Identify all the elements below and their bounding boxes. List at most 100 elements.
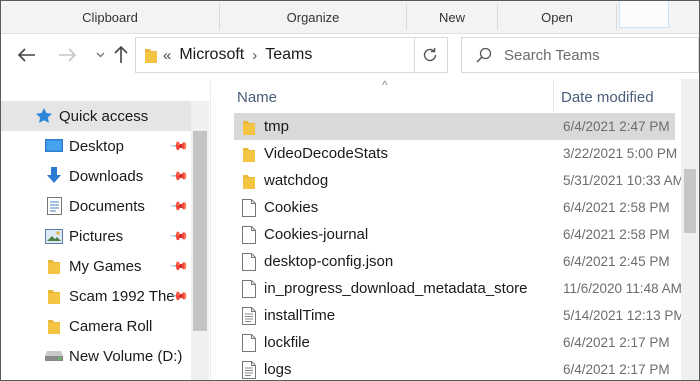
folder-icon — [240, 117, 258, 137]
column-header-name[interactable]: Name — [237, 79, 277, 115]
file-icon — [240, 198, 258, 218]
file-row-installtime[interactable]: installTime 5/14/2021 12:13 PM — [234, 302, 685, 329]
file-name: Cookies-journal — [264, 226, 369, 243]
sidebar-item-label: Pictures — [69, 227, 124, 245]
address-overflow[interactable]: « — [163, 47, 171, 64]
up-arrow-icon — [114, 46, 128, 63]
search-input[interactable] — [504, 46, 674, 64]
file-row-watchdog[interactable]: watchdog 5/31/2021 10:33 AM — [234, 167, 684, 194]
sidebar-item-label: Downloads — [69, 167, 144, 185]
file-name: VideoDecodeStats — [264, 145, 388, 162]
sidebar-item-new-volume-d[interactable]: New Volume (D:) — [1, 341, 189, 371]
pictures-icon — [45, 227, 63, 245]
chevron-down-icon — [96, 52, 104, 58]
drive-icon — [45, 347, 63, 365]
pin-icon: 📌 — [169, 195, 190, 217]
sort-ascending-icon: ^ — [382, 78, 388, 92]
breadcrumb-microsoft[interactable]: Microsoft — [179, 46, 244, 64]
file-list: Name ^ Date modified tmp 6/4/2021 2:47 P… — [219, 78, 685, 380]
ribbon-group-new[interactable]: New — [407, 1, 497, 33]
pane-divider[interactable] — [210, 79, 211, 380]
folder-icon — [145, 49, 157, 63]
sidebar-item-label: Documents — [69, 197, 145, 215]
column-divider[interactable] — [553, 81, 554, 111]
forward-button[interactable] — [55, 42, 79, 68]
sidebar-item-label: New Volume (D:) — [69, 347, 183, 365]
navigation-pane-scrollbar[interactable] — [191, 101, 209, 380]
file-name: desktop-config.json — [264, 253, 394, 270]
sidebar-item-desktop[interactable]: Desktop 📌 — [1, 131, 190, 161]
file-row-lockfile[interactable]: lockfile 6/4/2021 2:17 PM — [234, 329, 675, 356]
ribbon-group-open[interactable]: Open — [498, 1, 616, 33]
file-name: installTime — [264, 307, 336, 324]
refresh-icon — [423, 48, 437, 62]
desktop-icon — [45, 137, 63, 155]
file-date: 3/22/2021 5:00 PM — [563, 146, 678, 161]
file-row-logs[interactable]: logs 6/4/2021 2:17 PM — [234, 356, 675, 380]
file-date: 6/4/2021 2:45 PM — [563, 254, 670, 269]
file-name: in_progress_download_metadata_store — [264, 280, 528, 297]
file-list-scrollbar[interactable] — [681, 79, 699, 380]
scrollbar-thumb[interactable] — [684, 169, 696, 233]
file-date: 6/4/2021 2:47 PM — [563, 119, 670, 134]
sidebar-item-quick-access[interactable]: Quick access — [1, 101, 199, 131]
sidebar-item-my-games[interactable]: My Games 📌 — [1, 251, 190, 281]
file-name: watchdog — [264, 172, 329, 189]
forward-arrow-icon — [59, 48, 76, 62]
ribbon-select-group[interactable] — [619, 1, 669, 28]
back-button[interactable] — [15, 42, 39, 68]
file-row-videodecodestats[interactable]: VideoDecodeStats 3/22/2021 5:00 PM — [234, 140, 678, 167]
up-button[interactable] — [109, 42, 133, 68]
file-row-in-progress-download[interactable]: in_progress_download_metadata_store 11/6… — [234, 275, 682, 302]
ribbon-group-bar: Clipboard Organize New Open — [1, 1, 699, 34]
sidebar-item-documents[interactable]: Documents 📌 — [1, 191, 190, 221]
back-arrow-icon — [18, 48, 35, 62]
file-row-desktop-config[interactable]: desktop-config.json 6/4/2021 2:45 PM — [234, 248, 675, 275]
sidebar-item-pictures[interactable]: Pictures 📌 — [1, 221, 190, 251]
address-row: « Microsoft › Teams — [1, 34, 699, 78]
column-header-date-modified[interactable]: Date modified — [561, 79, 654, 115]
file-name: lockfile — [264, 334, 310, 351]
ribbon-group-clipboard[interactable]: Clipboard — [1, 1, 219, 33]
file-date: 6/4/2021 2:58 PM — [563, 227, 670, 242]
recent-locations-button[interactable] — [93, 44, 107, 66]
search-box[interactable] — [461, 37, 699, 73]
sidebar-item-downloads[interactable]: Downloads 📌 — [1, 161, 190, 191]
breadcrumb-separator[interactable]: › — [252, 47, 257, 64]
ribbon-group-organize[interactable]: Organize — [220, 1, 406, 33]
file-explorer-window: Clipboard Organize New Open « Microsoft … — [0, 0, 700, 381]
sidebar-item-label: Camera Roll — [69, 317, 153, 335]
file-date: 11/6/2020 11:48 AM — [563, 281, 682, 296]
folder-icon — [45, 287, 63, 305]
file-row-cookies[interactable]: Cookies 6/4/2021 2:58 PM — [234, 194, 675, 221]
folder-icon — [45, 257, 63, 275]
ribbon-divider — [616, 4, 617, 30]
pin-icon: 📌 — [169, 165, 190, 187]
text-file-icon — [240, 360, 258, 380]
folder-icon — [240, 144, 258, 164]
file-row-cookies-journal[interactable]: Cookies-journal 6/4/2021 2:58 PM — [234, 221, 675, 248]
file-icon — [240, 252, 258, 272]
pin-icon: 📌 — [169, 135, 190, 157]
sidebar-item-camera-roll[interactable]: Camera Roll — [1, 311, 189, 341]
breadcrumb-teams[interactable]: Teams — [265, 46, 312, 64]
refresh-button[interactable] — [413, 37, 448, 73]
text-file-icon — [240, 306, 258, 326]
folder-icon — [240, 171, 258, 191]
pin-icon: 📌 — [169, 225, 190, 247]
file-name: logs — [264, 361, 292, 378]
address-bar[interactable]: « Microsoft › Teams — [135, 37, 415, 73]
file-icon — [240, 333, 258, 353]
file-name: tmp — [264, 118, 290, 135]
file-row-tmp[interactable]: tmp 6/4/2021 2:47 PM — [234, 113, 675, 140]
sidebar-item-label: Desktop — [69, 137, 125, 155]
file-name: Cookies — [264, 199, 319, 216]
file-icon — [240, 279, 258, 299]
pin-icon: 📌 — [169, 255, 190, 277]
sidebar-item-scam-1992[interactable]: Scam 1992 The 📌 — [1, 281, 190, 311]
file-date: 6/4/2021 2:17 PM — [563, 335, 670, 350]
scrollbar-thumb[interactable] — [193, 131, 207, 331]
documents-icon — [45, 197, 63, 215]
folder-icon — [45, 317, 63, 335]
sidebar-item-label: Scam 1992 The — [69, 287, 175, 305]
